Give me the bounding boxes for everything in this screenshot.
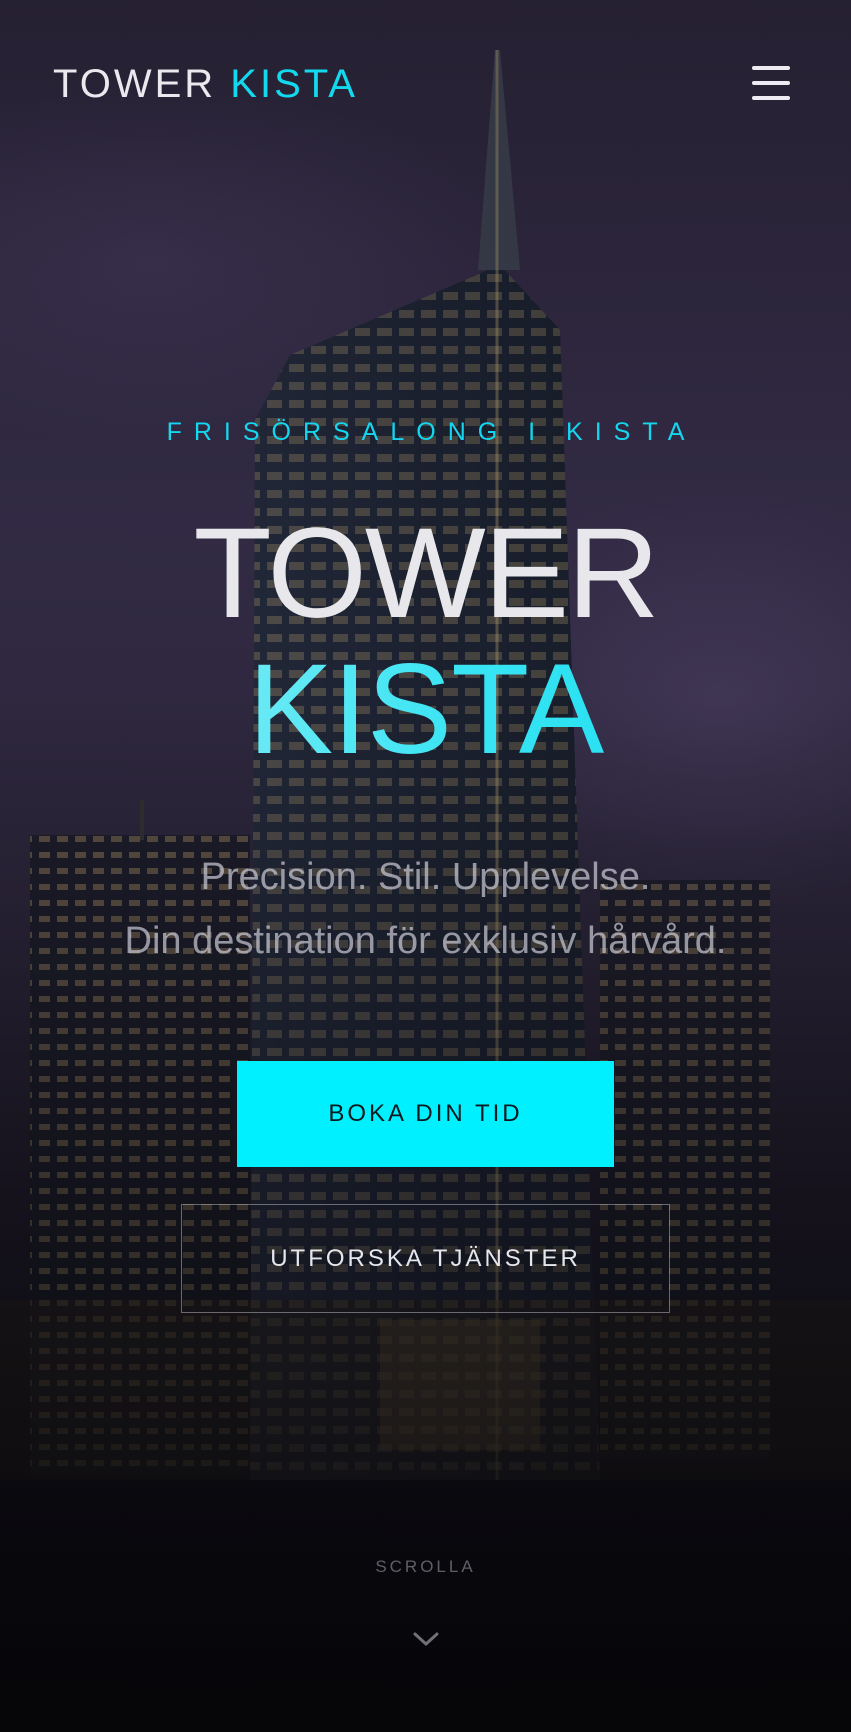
hamburger-menu-icon[interactable] — [748, 64, 794, 102]
logo-accent-text: KISTA — [230, 62, 358, 106]
hero-title-line2: KISTA — [0, 646, 851, 774]
chevron-down-icon[interactable] — [411, 1627, 441, 1651]
hero-tagline-line1: Precision. Stil. Upplevelse. — [200, 856, 651, 898]
menu-bar-middle — [752, 81, 790, 85]
scroll-label: SCROLLA — [375, 1557, 476, 1576]
hero-tagline-line2: Din destination för exklusiv hårvård. — [124, 920, 727, 962]
explore-services-button[interactable]: UTFORSKA TJÄNSTER — [181, 1204, 670, 1313]
site-logo[interactable]: TOWER KISTA — [53, 62, 358, 107]
hero-eyebrow: FRISÖRSALONG I KISTA — [166, 418, 697, 446]
logo-main-text: TOWER — [53, 62, 217, 106]
hero-section: TOWER KISTA FRISÖRSALONG I KISTA TOWER K… — [0, 0, 851, 1732]
menu-bar-top — [752, 66, 790, 70]
hero-title-line1: TOWER — [193, 502, 659, 645]
menu-bar-bottom — [752, 96, 790, 100]
site-header: TOWER KISTA — [0, 0, 851, 170]
book-appointment-button[interactable]: BOKA DIN TID — [237, 1061, 614, 1167]
